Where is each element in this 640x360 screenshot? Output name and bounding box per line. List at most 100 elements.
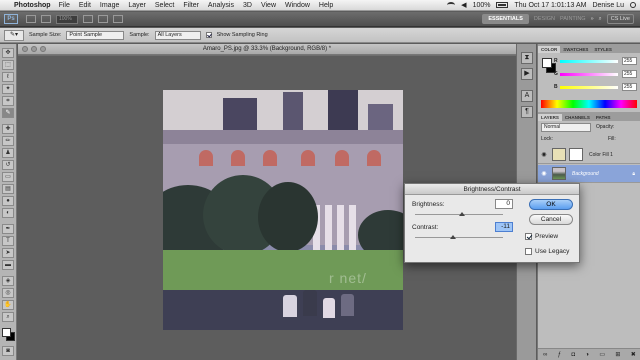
- foreground-color-swatch[interactable]: [2, 328, 11, 337]
- paragraph-panel-icon[interactable]: ¶: [521, 106, 533, 118]
- menu-help[interactable]: Help: [319, 2, 333, 9]
- gradient-tool-icon[interactable]: ▤: [2, 184, 14, 194]
- blue-slider[interactable]: B 255: [554, 83, 638, 92]
- zoom-window-icon[interactable]: [40, 46, 46, 52]
- eraser-tool-icon[interactable]: ▭: [2, 172, 14, 182]
- contrast-input[interactable]: -11: [495, 222, 513, 232]
- dialog-title[interactable]: Brightness/Contrast: [405, 184, 579, 195]
- cs-live-button[interactable]: CS Live: [606, 14, 634, 24]
- layer-name[interactable]: Background: [572, 171, 599, 177]
- panel-foreground-swatch[interactable]: [542, 58, 552, 68]
- workspace-painting[interactable]: PAINTING: [560, 16, 586, 22]
- link-layers-icon[interactable]: ∞: [543, 352, 547, 358]
- arrange-documents-icon[interactable]: [98, 15, 108, 23]
- zoom-tool-icon[interactable]: ⌕: [2, 312, 14, 322]
- workspace-essentials[interactable]: ESSENTIALS: [482, 14, 529, 24]
- screen-mode-icon[interactable]: [113, 15, 123, 23]
- menu-select[interactable]: Select: [155, 2, 174, 9]
- tab-layers[interactable]: LAYERS: [538, 114, 562, 121]
- 3d-rotate-tool-icon[interactable]: ◈: [2, 276, 14, 286]
- new-layer-icon[interactable]: ⊞: [615, 351, 620, 358]
- menu-image[interactable]: Image: [100, 2, 119, 9]
- character-panel-icon[interactable]: A: [521, 90, 533, 102]
- sample-layers-select[interactable]: All Layers: [154, 30, 201, 40]
- shape-tool-icon[interactable]: ▬: [2, 260, 14, 270]
- clone-stamp-tool-icon[interactable]: ♟: [2, 148, 14, 158]
- ok-button[interactable]: OK: [529, 199, 573, 210]
- blue-value[interactable]: 255: [622, 83, 637, 91]
- view-extras-icon[interactable]: [41, 15, 51, 23]
- move-tool-icon[interactable]: ✥: [2, 48, 14, 58]
- tab-styles[interactable]: STYLES: [591, 46, 615, 53]
- 3d-orbit-tool-icon[interactable]: ◎: [2, 288, 14, 298]
- tab-color[interactable]: COLOR: [538, 46, 561, 53]
- clock[interactable]: Thu Oct 17 1:01:13 AM: [514, 2, 586, 9]
- lasso-tool-icon[interactable]: ℓ: [2, 72, 14, 82]
- healing-brush-tool-icon[interactable]: ✚: [2, 124, 14, 134]
- delete-layer-icon[interactable]: ✖: [631, 351, 636, 358]
- user-name[interactable]: Denise Lu: [592, 2, 624, 9]
- history-brush-tool-icon[interactable]: ↺: [2, 160, 14, 170]
- new-group-icon[interactable]: ▭: [599, 351, 605, 358]
- menu-analysis[interactable]: Analysis: [208, 2, 234, 9]
- minimize-icon[interactable]: [31, 46, 37, 52]
- blur-tool-icon[interactable]: ●: [2, 196, 14, 206]
- spotlight-icon[interactable]: [630, 2, 636, 8]
- green-slider[interactable]: G 255: [554, 70, 638, 79]
- preview-checkbox[interactable]: [525, 233, 532, 240]
- hand-tool-icon[interactable]: [83, 15, 93, 23]
- legacy-checkbox-row[interactable]: Use Legacy: [525, 248, 569, 255]
- menu-filter[interactable]: Filter: [183, 2, 199, 9]
- menu-layer[interactable]: Layer: [128, 2, 146, 9]
- menu-view[interactable]: View: [261, 2, 276, 9]
- quick-mask-icon[interactable]: ◙: [2, 346, 14, 356]
- quick-select-tool-icon[interactable]: ✦: [2, 84, 14, 94]
- menu-window[interactable]: Window: [285, 2, 310, 9]
- show-sampling-ring-checkbox[interactable]: [205, 32, 212, 38]
- tab-paths[interactable]: PATHS: [593, 114, 614, 121]
- zoom-level-select[interactable]: 100%: [56, 14, 78, 24]
- add-mask-icon[interactable]: ◘: [571, 352, 575, 358]
- crop-tool-icon[interactable]: ⌗: [2, 96, 14, 106]
- contrast-slider-track[interactable]: [415, 237, 503, 238]
- wifi-icon[interactable]: [447, 2, 456, 8]
- close-icon[interactable]: [22, 46, 28, 52]
- marquee-tool-icon[interactable]: ⬚: [2, 60, 14, 70]
- adjustment-layer-icon[interactable]: ◑: [585, 352, 589, 358]
- launch-bridge-icon[interactable]: [26, 15, 36, 23]
- workspace-more-icon[interactable]: »: [591, 16, 594, 22]
- visibility-eye-icon[interactable]: ◉: [540, 151, 548, 158]
- brightness-slider-thumb[interactable]: [459, 212, 465, 216]
- sample-size-select[interactable]: Point Sample: [66, 30, 125, 40]
- volume-icon[interactable]: ◀: [461, 1, 466, 9]
- use-legacy-checkbox[interactable]: [525, 248, 532, 255]
- red-slider[interactable]: R 255: [554, 57, 638, 66]
- visibility-eye-icon[interactable]: ◉: [540, 170, 548, 177]
- workspace-design[interactable]: DESIGN: [534, 16, 555, 22]
- green-value[interactable]: 255: [622, 70, 637, 78]
- brightness-input[interactable]: 0: [495, 199, 513, 209]
- eyedropper-preset-icon[interactable]: ✎▾: [4, 29, 24, 41]
- photo-canvas[interactable]: r net/: [163, 90, 403, 330]
- brush-tool-icon[interactable]: ✏: [2, 136, 14, 146]
- path-selection-tool-icon[interactable]: ➤: [2, 248, 14, 258]
- eyedropper-tool-icon[interactable]: ✎: [2, 108, 14, 118]
- contrast-slider-thumb[interactable]: [450, 235, 456, 239]
- tab-channels[interactable]: CHANNELS: [562, 114, 593, 121]
- layer-row-background[interactable]: ◉ Background 🔒︎: [538, 165, 640, 183]
- layer-name[interactable]: Color Fill 1: [589, 152, 613, 158]
- actions-panel-icon[interactable]: ▶: [521, 68, 533, 80]
- battery-icon[interactable]: [496, 2, 509, 8]
- color-spectrum-ramp[interactable]: [541, 100, 637, 108]
- layer-style-icon[interactable]: ƒ: [558, 352, 561, 358]
- menu-3d[interactable]: 3D: [243, 2, 252, 9]
- pen-tool-icon[interactable]: ✒: [2, 224, 14, 234]
- search-icon[interactable]: ⌕: [599, 16, 602, 23]
- hand-tool-icon[interactable]: ✋: [2, 300, 14, 310]
- history-panel-icon[interactable]: ⧗: [521, 52, 533, 64]
- menu-edit[interactable]: Edit: [79, 2, 91, 9]
- red-value[interactable]: 255: [622, 57, 637, 65]
- tab-swatches[interactable]: SWATCHES: [560, 46, 591, 53]
- menu-file[interactable]: File: [59, 2, 70, 9]
- cancel-button[interactable]: Cancel: [529, 214, 573, 225]
